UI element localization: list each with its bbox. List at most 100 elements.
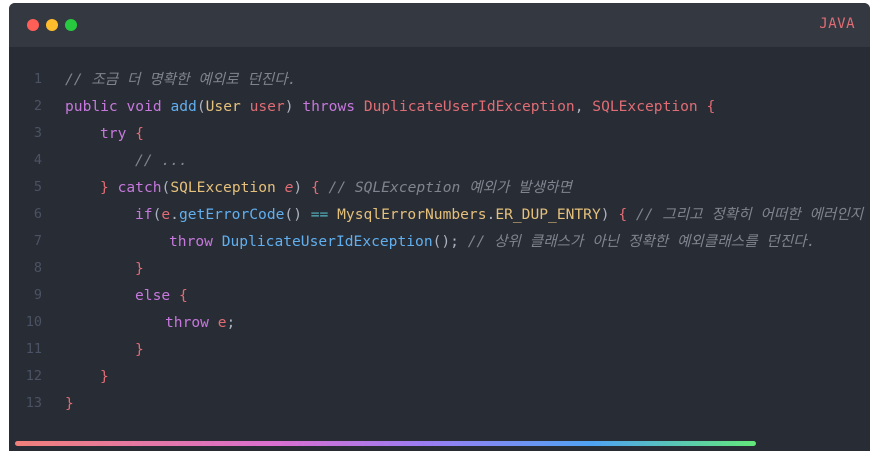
code-line-content: // 조금 더 명확한 예외로 던진다. bbox=[65, 66, 296, 93]
code-line-content: } bbox=[100, 363, 109, 390]
code-line-content: } bbox=[65, 390, 74, 417]
code-token: e bbox=[217, 314, 227, 331]
code-token: { bbox=[178, 287, 188, 304]
code-token: void bbox=[126, 98, 162, 115]
code-token: User bbox=[205, 98, 241, 115]
code-token: // 그리고 정확히 어떠한 에러인지 확인한다. bbox=[635, 206, 864, 223]
code-line: 5 } catch(SQLException e) { // SQLExcepti… bbox=[9, 174, 870, 201]
code-token: MysqlErrorNumbers bbox=[337, 206, 487, 223]
line-number: 1 bbox=[33, 71, 42, 87]
code-token: } bbox=[100, 368, 109, 385]
code-token: throws bbox=[302, 98, 356, 115]
code-token: throw bbox=[165, 314, 209, 331]
code-line-content: } bbox=[135, 336, 144, 363]
code-block: 1 // 조금 더 명확한 예외로 던진다. 2 public void add(Us… bbox=[9, 66, 870, 426]
line-number: 12 bbox=[25, 368, 42, 384]
code-line-content: } bbox=[135, 255, 144, 282]
code-line: 3 try { bbox=[9, 120, 870, 147]
code-line: 8} bbox=[9, 255, 870, 282]
code-line: 6 if(e.getErrorCode() == MysqlErrorNumber… bbox=[9, 201, 870, 228]
code-token: } bbox=[135, 260, 144, 277]
code-token: e bbox=[161, 206, 171, 223]
code-line: 10 throw e; bbox=[9, 309, 870, 336]
code-token: // 조금 더 명확한 예외로 던진다. bbox=[65, 71, 297, 88]
language-label: JAVA bbox=[819, 16, 855, 32]
code-line-content: // ... bbox=[135, 147, 188, 174]
code-line-content: if(e.getErrorCode() == MysqlErrorNumbers… bbox=[135, 201, 870, 228]
code-line-content: else { bbox=[135, 282, 188, 309]
code-token: else bbox=[135, 287, 171, 304]
window-titlebar: JAVA bbox=[9, 3, 870, 47]
code-token: if bbox=[135, 206, 153, 223]
code-token: { bbox=[310, 179, 320, 196]
code-token: == bbox=[310, 206, 329, 223]
code-line: 2 public void add(User user) throws Dupli… bbox=[9, 93, 870, 120]
code-token: } bbox=[135, 341, 144, 358]
code-token: . bbox=[486, 206, 496, 223]
code-line-content: try { bbox=[100, 120, 144, 147]
code-line: 1 // 조금 더 명확한 예외로 던진다. bbox=[9, 66, 870, 93]
maximize-dot-icon[interactable] bbox=[65, 19, 77, 31]
code-token: ) bbox=[284, 98, 303, 115]
code-token: public bbox=[65, 98, 118, 115]
code-token: catch bbox=[117, 179, 162, 196]
code-line: 11} bbox=[9, 336, 870, 363]
code-token: // 상위 클래스가 아닌 정확한 예외클래스를 던진다. bbox=[467, 233, 816, 250]
line-number: 10 bbox=[25, 314, 42, 330]
code-line: 12} bbox=[9, 363, 870, 390]
code-token: ER_DUP_ENTRY bbox=[495, 206, 601, 223]
line-number: 11 bbox=[25, 341, 42, 357]
code-token: , bbox=[574, 98, 593, 115]
code-token: { bbox=[706, 98, 716, 115]
code-line: 9 else { bbox=[9, 282, 870, 309]
code-token: DuplicateUserIdException bbox=[363, 98, 575, 115]
code-window: JAVA 1 // 조금 더 명확한 예외로 던진다. 2 public void a… bbox=[9, 3, 870, 451]
line-number: 6 bbox=[33, 206, 42, 222]
minimize-dot-icon[interactable] bbox=[46, 19, 58, 31]
code-token: (); bbox=[432, 233, 468, 250]
code-token: user bbox=[249, 98, 285, 115]
code-token: . bbox=[170, 206, 179, 223]
code-token: } bbox=[65, 395, 74, 412]
code-line-content: throw DuplicateUserIdException(); // 상위 … bbox=[169, 228, 815, 255]
line-number: 9 bbox=[33, 287, 42, 303]
code-token: SQLException bbox=[170, 179, 276, 196]
code-token: { bbox=[618, 206, 628, 223]
code-token: ; bbox=[226, 314, 236, 331]
code-token: getErrorCode bbox=[178, 206, 285, 223]
code-token: // ... bbox=[135, 152, 188, 169]
code-line-content: } catch(SQLException e) { // SQLExceptio… bbox=[100, 174, 572, 201]
code-token: DuplicateUserIdException bbox=[221, 233, 433, 250]
line-number: 5 bbox=[33, 179, 42, 195]
code-token: SQLException bbox=[592, 98, 698, 115]
code-token: ) bbox=[600, 206, 619, 223]
code-line: 7 throw DuplicateUserIdException(); // 상위… bbox=[9, 228, 870, 255]
code-token: add bbox=[170, 98, 197, 115]
code-token: ) bbox=[293, 179, 311, 196]
code-token: { bbox=[135, 125, 144, 142]
gradient-scrollbar[interactable] bbox=[15, 441, 756, 446]
code-line-content: throw e; bbox=[165, 309, 235, 336]
code-line-content: public void add(User user) throws Duplic… bbox=[65, 93, 715, 120]
line-number: 4 bbox=[33, 152, 42, 168]
code-token: try bbox=[100, 125, 127, 142]
line-number: 3 bbox=[33, 125, 42, 141]
code-token: ( bbox=[196, 98, 206, 115]
code-line: 4 // ... bbox=[9, 147, 870, 174]
line-number: 8 bbox=[33, 260, 42, 276]
code-token: } bbox=[100, 179, 109, 196]
line-number: 2 bbox=[33, 98, 42, 114]
close-dot-icon[interactable] bbox=[27, 19, 39, 31]
line-number: 7 bbox=[33, 233, 42, 249]
code-line: 13} bbox=[9, 390, 870, 417]
